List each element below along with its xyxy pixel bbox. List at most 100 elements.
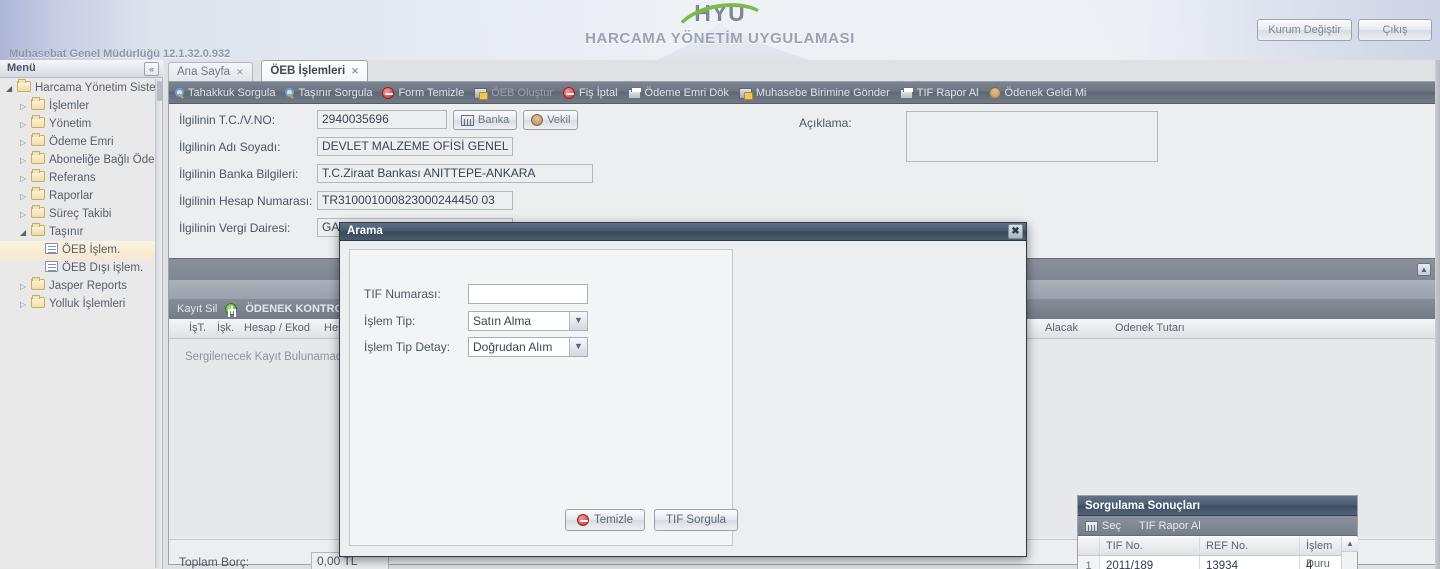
- folder-icon: [31, 169, 45, 182]
- tif-sorgula-button[interactable]: TIF Sorgula: [653, 509, 739, 531]
- folder-icon: [31, 115, 45, 128]
- sidebar-item-7[interactable]: ▷ Süreç Takibi: [0, 205, 162, 223]
- section-collapse-icon[interactable]: ▲: [1417, 263, 1431, 276]
- tif-rapor-al-button[interactable]: TIF Rapor Al: [1139, 520, 1201, 532]
- field-row-adsoyad: İlgilinin Adı Soyadı: DEVLET MALZEME OFİ…: [179, 136, 513, 157]
- toolbar-button-label: Ödenek Geldi Mi: [1004, 86, 1087, 99]
- sidebar-item-1[interactable]: ▷ İşlemler: [0, 97, 162, 115]
- dialog-row-islem-tip: İşlem Tip: Satın Alma ▼: [364, 310, 588, 332]
- chevron-down-icon[interactable]: ▼: [569, 312, 587, 330]
- sidebar: Menü « ◢ Harcama Yönetim Sistem ▷ İşlemler ▷…: [0, 60, 163, 569]
- sidebar-item-label: Jasper Reports: [49, 280, 127, 292]
- islem-tip-select[interactable]: Satın Alma ▼: [468, 311, 588, 331]
- toolbar-button-label: Fiş İptal: [579, 86, 618, 99]
- collapse-arrow-icon[interactable]: ▷: [20, 98, 31, 116]
- toolbar-button-3: ÖEB Oluştur: [474, 87, 553, 100]
- expand-arrow-icon[interactable]: ◢: [20, 224, 31, 242]
- sidebar-title: Menü: [7, 62, 36, 74]
- field-input-adsoyad[interactable]: DEVLET MALZEME OFİSİ GENEL MÜ: [317, 137, 513, 156]
- temizle-button[interactable]: Temizle: [565, 509, 645, 531]
- close-icon[interactable]: ✕: [351, 66, 359, 76]
- kurum-degistir-button[interactable]: Kurum Değiştir: [1257, 19, 1352, 41]
- sidebar-tree: ◢ Harcama Yönetim Sistem ▷ İşlemler ▷ Yönetim…: [0, 79, 162, 568]
- kayit-sil-button[interactable]: Kayıt Sil: [177, 303, 217, 315]
- sidebar-item-label: Harcama Yönetim Sistem: [35, 82, 162, 94]
- close-icon[interactable]: ✖: [1008, 224, 1023, 239]
- sidebar-item-5[interactable]: ▷ Referans: [0, 169, 162, 187]
- row-tif-no: 2011/189: [1100, 556, 1200, 569]
- expand-arrow-icon[interactable]: ◢: [6, 80, 17, 98]
- tif-sorgula-button-label: TIF Sorgula: [665, 514, 727, 526]
- toolbar-button-6[interactable]: Muhasebe Birimine Gönder: [738, 87, 890, 100]
- field-input-hesap[interactable]: TR310001000823000244450 03: [317, 191, 513, 210]
- field-label-banka: İlgilinin Banka Bilgileri:: [179, 166, 299, 181]
- toolbar-button-1[interactable]: Taşınır Sorgula: [285, 87, 372, 99]
- sidebar-item-6[interactable]: ▷ Raporlar: [0, 187, 162, 205]
- collapse-arrow-icon[interactable]: ▷: [20, 116, 31, 134]
- vekil-button[interactable]: Vekil: [523, 109, 579, 130]
- results-vertical-scrollbar[interactable]: ▲ ▼: [1341, 537, 1358, 569]
- collapse-arrow-icon[interactable]: ▷: [20, 134, 31, 152]
- grid-header-alacak: Alacak: [1045, 322, 1079, 334]
- field-input-tcvno[interactable]: 2940035696: [317, 110, 447, 129]
- collapse-arrow-icon[interactable]: ▷: [20, 206, 31, 224]
- tif-numarasi-input[interactable]: [468, 284, 588, 304]
- collapse-arrow-icon[interactable]: ▷: [20, 278, 31, 296]
- dialog-title: Arama: [347, 225, 383, 237]
- collapse-arrow-icon[interactable]: ▷: [20, 170, 31, 188]
- folder-icon: [31, 295, 45, 308]
- magnifier-icon: [285, 88, 295, 97]
- sidebar-item-8[interactable]: ◢ Taşınır: [0, 223, 162, 241]
- sidebar-item-12[interactable]: ▷ Yolluk İşlemleri: [0, 295, 162, 313]
- scroll-up-icon[interactable]: ▲: [1342, 537, 1358, 552]
- aciklama-label: Açıklama:: [799, 116, 852, 130]
- toolbar-button-5[interactable]: Ödeme Emri Dök: [627, 86, 729, 99]
- field-label-tcvno: İlgilinin T.C./V.NO:: [179, 112, 276, 127]
- printer-icon: [627, 86, 642, 99]
- action-toolbar: Tahakkuk Sorgula Taşınır Sorgula Form Temi…: [169, 82, 1435, 104]
- toolbar-button-4[interactable]: Fiş İptal: [563, 86, 618, 99]
- tab-0[interactable]: Ana Sayfa ✕: [168, 62, 253, 81]
- folder-icon: [31, 97, 45, 110]
- cikis-button[interactable]: Çıkış: [1358, 19, 1432, 41]
- collapse-arrow-icon[interactable]: ▷: [20, 296, 31, 314]
- sidebar-item-0[interactable]: ◢ Harcama Yönetim Sistem: [0, 79, 162, 97]
- toolbar-button-0[interactable]: Tahakkuk Sorgula: [175, 87, 275, 99]
- dialog-title-bar[interactable]: Arama ✖: [340, 223, 1026, 241]
- sidebar-collapse-icon[interactable]: «: [144, 62, 159, 76]
- sidebar-item-4[interactable]: ▷ Aboneliğe Bağlı Öder: [0, 151, 162, 169]
- chevron-down-icon[interactable]: ▼: [569, 338, 587, 356]
- sidebar-item-label: ÖEB İşlem.: [62, 244, 121, 256]
- sidebar-item-2[interactable]: ▷ Yönetim: [0, 115, 162, 133]
- application-window: HYU HARCAMA YÖNETİM UYGULAMASI Muhasebat…: [0, 0, 1440, 569]
- field-input-banka[interactable]: T.C.Ziraat Bankası ANITTEPE-ANKARA: [317, 164, 593, 183]
- field-row-hesap: İlgilinin Hesap Numarası: TR310001000823…: [179, 190, 513, 211]
- printer-icon: [899, 86, 914, 99]
- sidebar-scrollbar-thumb[interactable]: [157, 81, 162, 101]
- sidebar-scrollbar[interactable]: [155, 79, 162, 568]
- toolbar-button-7[interactable]: TIF Rapor Al: [899, 86, 979, 99]
- row-index: 1: [1078, 556, 1100, 569]
- results-header-ref-no: REF No.: [1200, 537, 1300, 555]
- tab-1[interactable]: ÖEB İşlemleri ✕: [261, 60, 368, 81]
- aciklama-textarea[interactable]: [906, 111, 1158, 162]
- sidebar-item-11[interactable]: ▷ Jasper Reports: [0, 277, 162, 295]
- sidebar-item-3[interactable]: ▷ Ödeme Emri: [0, 133, 162, 151]
- tab-label: Ana Sayfa: [177, 66, 231, 78]
- odenek-kontrol-button[interactable]: ÖDENEK KONTROL: [245, 303, 350, 315]
- results-table-row[interactable]: 1 2011/189 13934 4: [1078, 556, 1357, 569]
- collapse-arrow-icon[interactable]: ▷: [20, 152, 31, 170]
- tab-label: ÖEB İşlemleri: [270, 65, 346, 77]
- toolbar-button-2[interactable]: Form Temizle: [382, 86, 464, 99]
- document-icon: [45, 261, 58, 272]
- islem-tip-detay-select[interactable]: Doğrudan Alım ▼: [468, 337, 588, 357]
- close-icon[interactable]: ✕: [236, 67, 244, 77]
- banka-button-label: Banka: [478, 113, 510, 126]
- sec-button[interactable]: Seç: [1102, 520, 1121, 532]
- collapse-arrow-icon[interactable]: ▷: [20, 188, 31, 206]
- sidebar-item-10[interactable]: ÖEB Dışı işlem.: [0, 259, 162, 277]
- window-right-edge: [1435, 60, 1440, 569]
- sidebar-item-9[interactable]: ÖEB İşlem.: [0, 241, 162, 259]
- toolbar-button-8[interactable]: Ödenek Geldi Mi: [988, 86, 1087, 99]
- banka-button[interactable]: Banka: [453, 109, 518, 130]
